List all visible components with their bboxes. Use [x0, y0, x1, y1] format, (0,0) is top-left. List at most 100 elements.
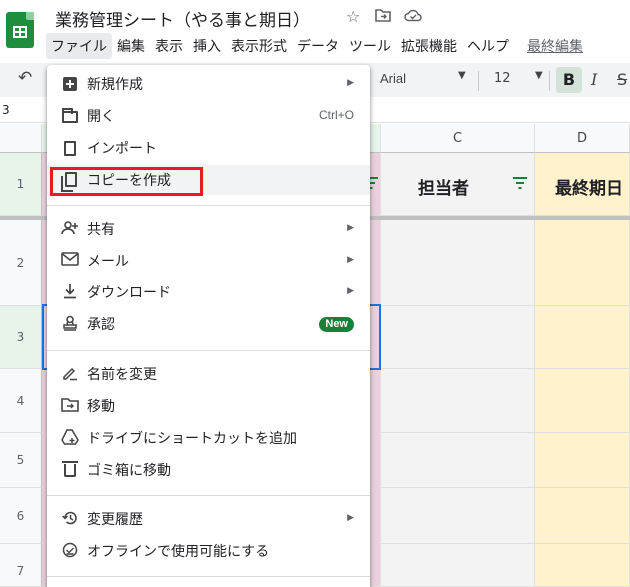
- italic-button[interactable]: I: [591, 70, 597, 89]
- annotation-highlight-box: [50, 167, 203, 196]
- row-header-7[interactable]: 7: [0, 544, 42, 587]
- sheets-logo-icon[interactable]: [6, 12, 34, 48]
- row-header-2[interactable]: 2: [0, 220, 42, 306]
- menu-item-label: メール: [87, 254, 129, 270]
- cell-c2[interactable]: [381, 220, 535, 306]
- menu-item-download[interactable]: ダウンロード ▶: [47, 277, 370, 307]
- download-icon: [61, 283, 79, 301]
- row-header-5[interactable]: 5: [0, 433, 42, 488]
- column-header-d[interactable]: D: [535, 124, 630, 153]
- menu-item-label: 移動: [87, 399, 115, 415]
- menu-tools[interactable]: ツール: [344, 33, 396, 59]
- cell-d4[interactable]: [535, 369, 630, 433]
- document-title[interactable]: 業務管理シート（やる事と期日）: [55, 6, 310, 31]
- filter-icon[interactable]: [513, 177, 527, 193]
- history-icon: [61, 510, 79, 528]
- menu-item-move[interactable]: 移動: [47, 391, 370, 421]
- font-caret-icon[interactable]: ▼: [458, 70, 466, 81]
- move-folder-icon[interactable]: [375, 8, 391, 26]
- submenu-arrow-icon: ▶: [347, 255, 354, 265]
- mail-icon: [61, 252, 79, 270]
- menu-extensions[interactable]: 拡張機能: [396, 33, 462, 59]
- menu-item-rename[interactable]: 名前を変更: [47, 359, 370, 389]
- menu-help[interactable]: ヘルプ: [462, 33, 514, 59]
- menu-item-label: オフラインで使用可能にする: [87, 544, 270, 560]
- strikethrough-button[interactable]: S: [617, 70, 627, 89]
- offline-icon: [61, 542, 79, 560]
- menu-insert[interactable]: 挿入: [188, 33, 226, 59]
- menu-item-offline[interactable]: オフラインで使用可能にする: [47, 536, 370, 566]
- shortcut-label: Ctrl+O: [318, 108, 354, 122]
- approval-icon: [61, 315, 79, 333]
- cell-d5[interactable]: [535, 433, 630, 488]
- menu-item-add-shortcut[interactable]: ドライブにショートカットを追加: [47, 423, 370, 453]
- undo-icon[interactable]: ↶: [18, 68, 32, 88]
- name-box[interactable]: 3: [2, 103, 10, 117]
- row-header-4[interactable]: 4: [0, 369, 42, 433]
- font-size-caret-icon[interactable]: ▼: [535, 70, 543, 81]
- menu-item-label: 変更履歴: [87, 512, 143, 528]
- header-assignee: 担当者: [418, 179, 469, 199]
- header-due-date: 最終期日: [555, 179, 623, 199]
- share-icon: [61, 220, 79, 238]
- menu-divider: [47, 495, 370, 496]
- cell-c5[interactable]: [381, 433, 535, 488]
- cell-d2[interactable]: [535, 220, 630, 306]
- cell-d6[interactable]: [535, 488, 630, 544]
- submenu-arrow-icon: ▶: [347, 513, 354, 523]
- cell-c4[interactable]: [381, 369, 535, 433]
- menu-bar: ファイル 編集 表示 挿入 表示形式 データ ツール 拡張機能 ヘルプ 最終編集: [46, 33, 588, 59]
- menu-item-label: 共有: [87, 222, 115, 238]
- cell-d7[interactable]: [535, 544, 630, 587]
- menu-edit[interactable]: 編集: [112, 33, 150, 59]
- menu-item-label: ドライブにショートカットを追加: [87, 431, 297, 447]
- move-icon: [61, 397, 79, 415]
- menu-item-label: 承認: [87, 317, 115, 333]
- row-header-1[interactable]: 1: [0, 153, 42, 216]
- menu-data[interactable]: データ: [292, 33, 344, 59]
- cell-c6[interactable]: [381, 488, 535, 544]
- new-badge: New: [319, 317, 354, 332]
- menu-item-trash[interactable]: ゴミ箱に移動: [47, 455, 370, 485]
- font-select[interactable]: Arial: [380, 71, 406, 86]
- star-icon[interactable]: ☆: [346, 8, 360, 26]
- menu-divider: [47, 576, 370, 577]
- menu-item-version-history[interactable]: 変更履歴 ▶: [47, 504, 370, 534]
- drive-shortcut-icon: [61, 429, 79, 447]
- row-header-6[interactable]: 6: [0, 488, 42, 544]
- menu-item-label: 名前を変更: [87, 367, 157, 383]
- menu-item-share[interactable]: 共有 ▶: [47, 214, 370, 244]
- cloud-status-icon[interactable]: [404, 8, 422, 26]
- menu-item-label: 新規作成: [87, 77, 143, 93]
- toolbar-divider: [549, 71, 550, 91]
- menu-item-email[interactable]: メール ▶: [47, 246, 370, 276]
- cell-c7[interactable]: [381, 544, 535, 587]
- select-all-corner[interactable]: [0, 124, 42, 153]
- menu-divider: [47, 350, 370, 351]
- folder-icon: [62, 108, 78, 123]
- menu-file[interactable]: ファイル: [46, 33, 112, 59]
- last-edit-link[interactable]: 最終編集: [522, 33, 588, 59]
- row-header-3[interactable]: 3: [0, 306, 42, 369]
- bold-button[interactable]: B: [556, 67, 582, 93]
- submenu-arrow-icon: ▶: [347, 78, 354, 88]
- trash-icon: [62, 461, 78, 477]
- font-size-select[interactable]: 12: [494, 71, 511, 86]
- menu-format[interactable]: 表示形式: [226, 33, 292, 59]
- column-header-c[interactable]: C: [381, 124, 535, 153]
- menu-item-import[interactable]: インポート: [47, 133, 370, 163]
- menu-view[interactable]: 表示: [150, 33, 188, 59]
- new-icon: [63, 77, 77, 91]
- rename-icon: [61, 365, 79, 383]
- cell-d3[interactable]: [535, 306, 630, 369]
- menu-item-approvals[interactable]: 承認 New: [47, 309, 370, 339]
- menu-item-new[interactable]: 新規作成 ▶: [47, 69, 370, 99]
- toolbar-divider: [478, 71, 479, 91]
- menu-item-label: ダウンロード: [87, 285, 171, 301]
- menu-item-open[interactable]: 開く Ctrl+O: [47, 101, 370, 131]
- file-menu-dropdown: 新規作成 ▶ 開く Ctrl+O インポート コピーを作成 共有 ▶ メール ▶…: [47, 65, 370, 587]
- menu-item-label: インポート: [87, 141, 157, 157]
- submenu-arrow-icon: ▶: [347, 223, 354, 233]
- cell-c3[interactable]: [381, 306, 535, 369]
- menu-divider: [47, 205, 370, 206]
